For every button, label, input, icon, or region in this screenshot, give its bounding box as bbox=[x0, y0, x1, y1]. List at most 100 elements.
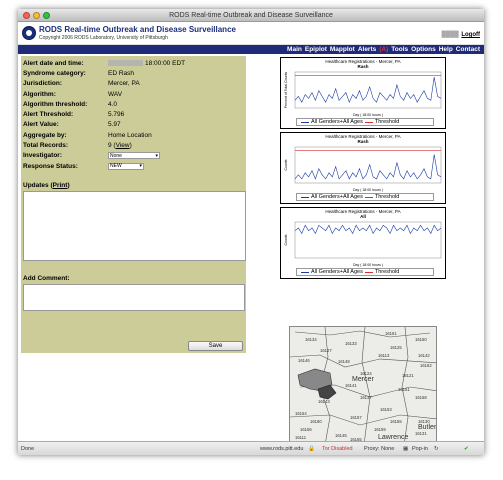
map-label: 16143 bbox=[318, 399, 330, 404]
x-axis-label: Day ( 18:00 hours ) bbox=[353, 113, 383, 117]
main-nav: Main Epiplot Mapplot Alerts (A) Tools Op… bbox=[18, 45, 484, 54]
updates-box bbox=[23, 191, 246, 262]
legend-threshold-label: Threshold bbox=[374, 269, 400, 275]
algorithm-label: Algorithm: bbox=[23, 90, 56, 98]
popin-icon: ▦ bbox=[403, 446, 409, 452]
y-axis-label: Counts bbox=[284, 234, 288, 245]
map-label: 16148 bbox=[338, 359, 350, 364]
close-window-button[interactable] bbox=[23, 12, 30, 19]
y-axis-label: Counts bbox=[284, 159, 288, 170]
map-label: 16155 bbox=[390, 419, 402, 424]
aggregate-label: Aggregate by: bbox=[23, 131, 67, 139]
updates-heading: Updates (Print) bbox=[23, 182, 70, 190]
x-axis-label: Day ( 18:00 hours ) bbox=[353, 263, 383, 267]
check-icon: ✔ bbox=[464, 446, 469, 452]
alert-details: Alert date and time: 18:00:00 EDT Syndro… bbox=[23, 59, 186, 170]
series-line bbox=[294, 224, 442, 235]
view-records-link[interactable]: View bbox=[116, 142, 130, 149]
nav-alerts[interactable]: Alerts bbox=[358, 46, 376, 53]
plot-frame bbox=[294, 71, 442, 109]
status-domain: www.rods.pitt.edu bbox=[260, 446, 304, 452]
main-content: Alert date and time: 18:00:00 EDT Syndro… bbox=[18, 55, 484, 444]
zoom-window-button[interactable] bbox=[43, 12, 50, 19]
proxy-status: Proxy: None bbox=[364, 446, 395, 452]
map-label: 16131 bbox=[415, 431, 427, 436]
nav-options[interactable]: Options bbox=[411, 46, 436, 53]
y-axis-label: Percent of Total Counts bbox=[284, 72, 288, 109]
username-blurred: ████ bbox=[441, 32, 459, 38]
legend-series-label: All Genders+All Ages bbox=[311, 269, 363, 275]
nav-contact[interactable]: Contact bbox=[456, 46, 480, 53]
legend-swatch bbox=[301, 121, 309, 123]
legend-swatch bbox=[301, 271, 309, 273]
chevron-down-icon: ▾ bbox=[139, 163, 142, 169]
lock-icon: 🔒 bbox=[308, 446, 315, 452]
map-label: 16127 bbox=[320, 348, 332, 353]
site-header: RODS Real-time Outbreak and Disease Surv… bbox=[18, 22, 484, 45]
nav-tools[interactable]: Tools bbox=[391, 46, 408, 53]
map-label: 16141 bbox=[345, 383, 357, 388]
alert-threshold-value: 5.796 bbox=[108, 111, 125, 119]
map-label: 16157 bbox=[350, 415, 362, 420]
category-label: Syndrome category: bbox=[23, 69, 86, 77]
nav-main[interactable]: Main bbox=[287, 46, 302, 53]
plot-frame bbox=[294, 146, 442, 184]
nav-epiplot[interactable]: Epiplot bbox=[305, 46, 327, 53]
map-label: 16162 bbox=[420, 363, 432, 368]
series-line bbox=[294, 77, 442, 104]
date-value: 18:00:00 EDT bbox=[145, 59, 186, 67]
chevron-down-icon: ▾ bbox=[155, 152, 158, 159]
print-link[interactable]: Print bbox=[53, 182, 68, 189]
save-button[interactable]: Save bbox=[188, 341, 243, 351]
alert-panel: Alert date and time: 18:00:00 EDT Syndro… bbox=[21, 56, 246, 353]
copyright: Copyright 2006 RODS Laboratory, Universi… bbox=[39, 35, 168, 41]
chart-rash-percent: Healthcare Registrations - Mercer, PA Ras… bbox=[280, 57, 446, 129]
map-label: 16134 bbox=[305, 337, 317, 342]
map-label: 16161 bbox=[385, 331, 397, 336]
comment-textarea[interactable] bbox=[23, 284, 245, 312]
chart-all-counts: Healthcare Registrations - Mercer, PA All… bbox=[280, 207, 446, 279]
minimize-window-button[interactable] bbox=[33, 12, 40, 19]
map-label: 16113 bbox=[378, 353, 390, 358]
legend-swatch bbox=[364, 121, 373, 123]
nav-mapplot[interactable]: Mapplot bbox=[330, 46, 355, 53]
investigator-selected: None bbox=[110, 152, 122, 159]
map-label: 16156 bbox=[300, 427, 312, 432]
nav-alerts-count[interactable]: (A) bbox=[379, 46, 388, 53]
legend-swatch bbox=[301, 196, 309, 198]
legend-series-label: All Genders+All Ages bbox=[311, 119, 363, 125]
popin-label[interactable]: Pop-in bbox=[412, 446, 428, 452]
status-bar: Done www.rods.pitt.edu 🔒 Tor Disabled Pr… bbox=[18, 441, 484, 455]
investigator-select[interactable]: None ▾ bbox=[108, 152, 160, 160]
map-label-mercer: Mercer bbox=[352, 376, 374, 383]
map-label: 16133 bbox=[345, 341, 357, 346]
records-value: 9 bbox=[108, 142, 112, 150]
chart-legend: All Genders+All Ages Threshold bbox=[296, 193, 434, 201]
records-label: Total Records: bbox=[23, 142, 69, 150]
tor-status[interactable]: Tor Disabled bbox=[322, 446, 353, 452]
rods-logo-icon bbox=[22, 26, 36, 40]
legend-swatch bbox=[364, 271, 373, 273]
map-label-butler: Butler bbox=[418, 424, 437, 431]
jurisdiction-label: Jurisdiction: bbox=[23, 80, 63, 88]
date-label: Alert date and time: bbox=[23, 59, 84, 67]
logoff-link[interactable]: Logoff bbox=[461, 32, 480, 38]
map-label: 16146 bbox=[298, 358, 310, 363]
map-label: 16145 bbox=[335, 433, 347, 438]
response-status-select[interactable]: NEW ▾ bbox=[108, 162, 144, 170]
legend-swatch bbox=[364, 196, 373, 198]
map-label: 16160 bbox=[310, 419, 322, 424]
map-label: 16111 bbox=[295, 435, 307, 440]
response-selected: NEW bbox=[110, 163, 122, 169]
algo-threshold-label: Algorithm threshold: bbox=[23, 100, 88, 108]
app-name: RODS Real-time Outbreak and Disease Surv… bbox=[39, 25, 236, 34]
jurisdiction-value: Mercer, PA bbox=[108, 80, 140, 88]
legend-series-label: All Genders+All Ages bbox=[311, 194, 363, 200]
chart-legend: All Genders+All Ages Threshold bbox=[296, 118, 434, 126]
map-label: 16154 bbox=[295, 411, 307, 416]
map-plot[interactable]: 16134 16133 16124 16125 16137 16121 1614… bbox=[289, 326, 437, 444]
refresh-icon[interactable]: ↻ bbox=[434, 446, 439, 452]
nav-help[interactable]: Help bbox=[439, 46, 453, 53]
chart-rash-counts: Healthcare Registrations - Mercer, PA Ras… bbox=[280, 132, 446, 204]
map-label: 16158 bbox=[415, 395, 427, 400]
